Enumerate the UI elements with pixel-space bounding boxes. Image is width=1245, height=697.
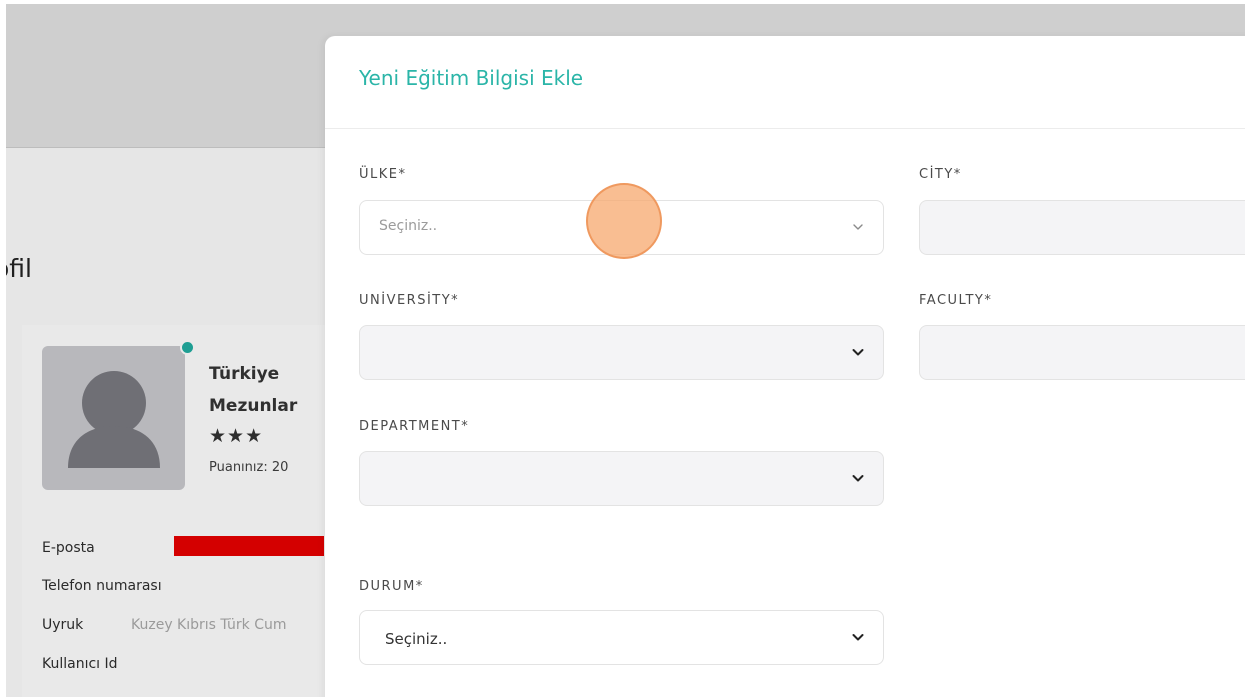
city-label: CİTY* [919,167,962,182]
status-label: DURUM* [359,579,424,594]
user-silhouette-icon [68,371,160,468]
modal-header: Yeni Eğitim Bilgisi Ekle [325,36,1245,129]
page-title: ofil [6,254,32,283]
rating-stars-icon: ★★★ [209,425,264,447]
chevron-down-icon [853,224,863,230]
online-status-dot [180,340,195,355]
click-indicator [586,183,662,259]
university-select[interactable] [359,325,884,380]
chevron-down-icon [852,475,864,482]
phone-label: Telefon numarası [42,578,162,594]
add-education-modal: Yeni Eğitim Bilgisi Ekle ÜLKE* Seçiniz..… [325,36,1245,697]
faculty-label: FACULTY* [919,293,993,308]
faculty-select[interactable] [919,325,1245,380]
avatar [42,346,185,490]
screen: ofil Türkiye Mezunlar ★★★ Puanınız: 20 E… [0,0,1245,697]
university-label: UNİVERSİTY* [359,293,460,308]
nationality-label: Uyruk [42,617,84,633]
profile-name-line1: Türkiye [209,364,280,384]
chevron-down-icon [852,634,864,641]
chevron-down-icon [852,349,864,356]
department-label: DEPARTMENT* [359,419,470,434]
city-select[interactable] [919,200,1245,255]
nationality-value: Kuzey Kıbrıs Türk Cum [131,617,287,633]
department-select[interactable] [359,451,884,506]
user-id-label: Kullanıcı Id [42,656,118,672]
modal-title: Yeni Eğitim Bilgisi Ekle [359,66,584,90]
score-text: Puanınız: 20 [209,460,289,475]
profile-name-line2: Mezunlar [209,396,298,416]
status-value: Seçiniz.. [385,630,448,648]
country-placeholder: Seçiniz.. [379,218,438,234]
email-label: E-posta [42,540,95,556]
country-label: ÜLKE* [359,167,407,182]
redacted-email [174,536,324,556]
status-select[interactable]: Seçiniz.. [359,610,884,665]
